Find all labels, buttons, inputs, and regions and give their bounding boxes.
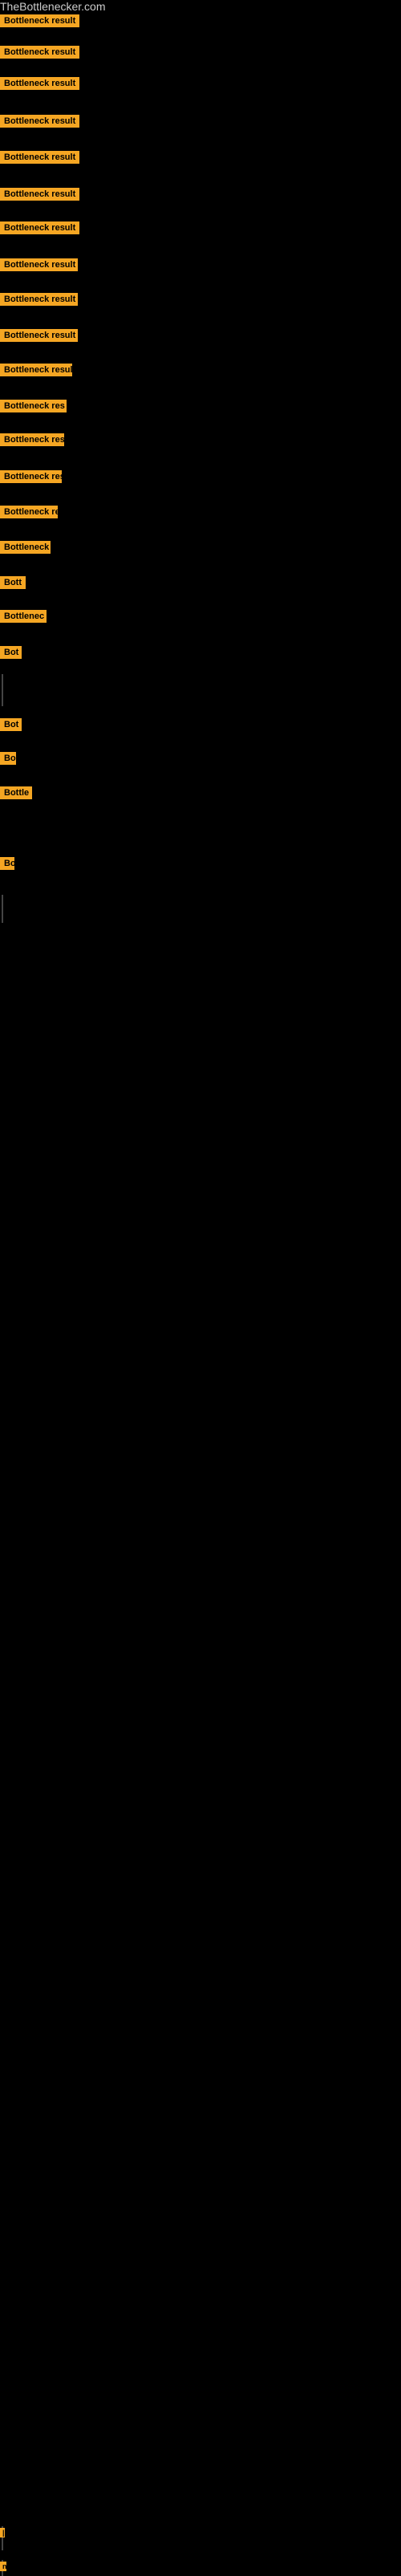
bottleneck-badge-0: Bottleneck result [0,14,79,31]
bottleneck-badge-7: Bottleneck result [0,258,78,275]
bottleneck-badge-18: Bot [0,646,22,663]
bottleneck-badge-3: Bottleneck result [0,115,79,132]
bottleneck-badge-5: Bottleneck result [0,188,79,205]
bottleneck-badge-6: Bottleneck result [0,221,79,238]
small-badge-1: n [0,2562,6,2571]
small-badge-0: | [0,2528,5,2537]
bottleneck-badge-22: Bo [0,857,14,874]
bottleneck-badge-12: Bottleneck res [0,433,64,450]
bottleneck-badge-20: Bo [0,752,16,769]
bottleneck-badge-11: Bottleneck res [0,400,67,416]
bottleneck-badge-16: Bott [0,576,26,593]
bottleneck-badge-13: Bottleneck res [0,470,62,487]
bottleneck-badge-4: Bottleneck result [0,151,79,168]
bottleneck-badge-15: Bottleneck [0,541,51,558]
bottleneck-badge-17: Bottlenec [0,610,47,627]
bottleneck-badge-9: Bottleneck result [0,329,78,346]
bottleneck-badge-2: Bottleneck result [0,77,79,94]
bottleneck-badge-8: Bottleneck result [0,293,78,310]
bottleneck-badge-21: Bottle [0,786,32,803]
vertical-line-1 [2,895,3,923]
bottleneck-badge-14: Bottleneck re [0,506,58,522]
bottleneck-badge-1: Bottleneck result [0,46,79,63]
bottleneck-badge-19: Bot [0,718,22,735]
bottleneck-badge-10: Bottleneck result [0,364,72,380]
vertical-line-0 [2,674,3,706]
site-title: TheBottlenecker.com [0,0,401,14]
